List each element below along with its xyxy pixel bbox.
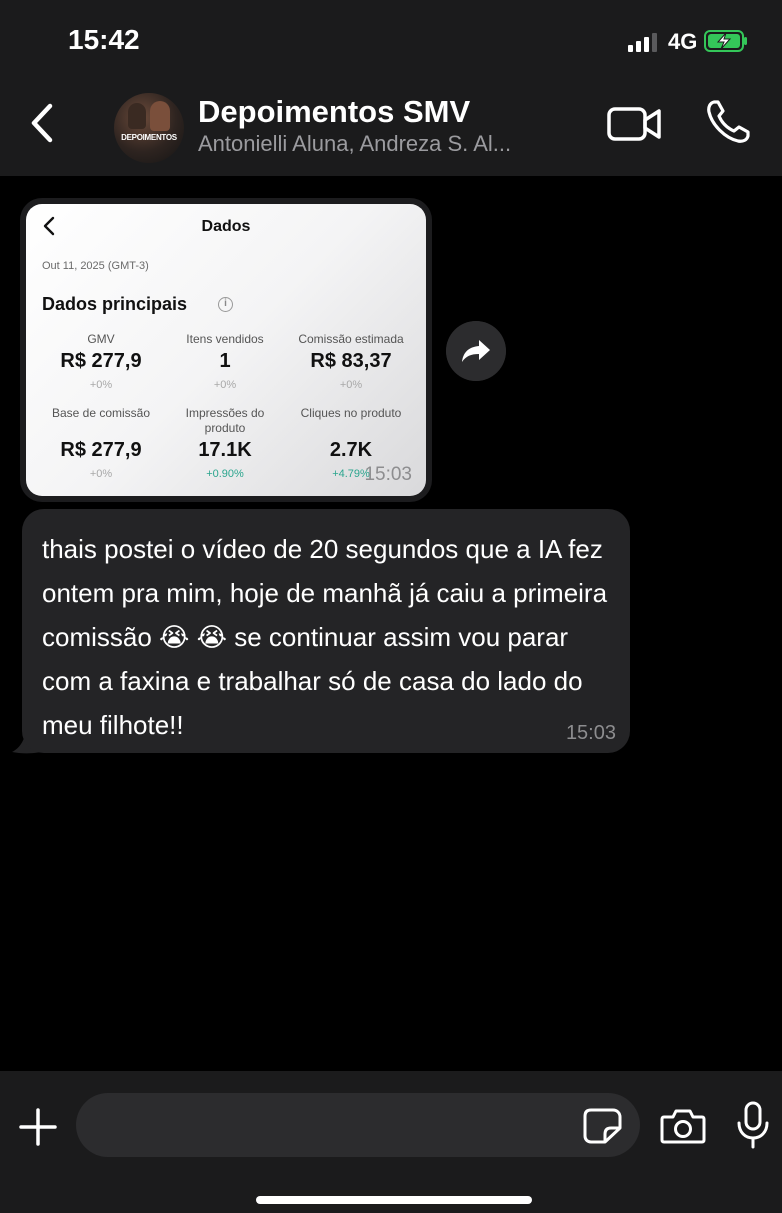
metric-delta: +0%	[339, 379, 363, 391]
metric-value: 2.7K	[329, 439, 373, 461]
avatar-label: DEPOIMENTOS	[121, 133, 177, 142]
metric-label: Cliques no produto	[300, 406, 402, 420]
metric-label: Impressões do produto	[185, 406, 265, 435]
metric-value: 1	[219, 350, 231, 372]
metric-delta: +0%	[89, 468, 113, 480]
metric-delta: +0%	[89, 379, 113, 391]
info-icon: i	[218, 297, 233, 312]
metric-delta: +0.90%	[206, 468, 244, 480]
metric-gmv: GMV R$ 277,9 +0%	[38, 332, 164, 391]
network-label: 4G	[668, 29, 698, 54]
message-timestamp: 15:03	[565, 722, 616, 744]
metric-label: Itens vendidos	[186, 332, 264, 346]
video-call-icon[interactable]	[606, 102, 662, 146]
battery-charging-icon	[704, 30, 747, 52]
avatar-person-right	[150, 101, 170, 131]
metric-commission-base: Base de comissão R$ 277,9 +0%	[38, 406, 164, 480]
back-chevron-icon[interactable]	[24, 98, 64, 148]
image-message-bubble[interactable]: Dados Out 11, 2025 (GMT-3) Dados princip…	[20, 198, 432, 502]
metric-value: 17.1K	[198, 439, 252, 461]
metric-product-impressions: Impressões do produto 17.1K +0.90%	[162, 406, 288, 480]
chat-header: DEPOIMENTOS Depoimentos SMV Antonielli A…	[0, 80, 782, 176]
status-bar: 15:42 4G	[0, 0, 782, 80]
metric-label: GMV	[87, 332, 115, 346]
forward-share-icon[interactable]	[446, 321, 506, 381]
chat-title[interactable]: Depoimentos SMV	[198, 94, 470, 130]
screenshot-title: Dados	[201, 218, 251, 235]
message-input[interactable]	[76, 1093, 640, 1157]
sticker-icon[interactable]	[583, 1108, 623, 1144]
status-time: 15:42	[68, 24, 140, 55]
chat-members[interactable]: Antonielli Aluna, Andreza S. Al...	[198, 131, 511, 157]
metric-value: R$ 277,9	[60, 439, 142, 461]
microphone-icon[interactable]	[736, 1101, 770, 1149]
metric-label: Base de comissão	[51, 406, 151, 420]
message-timestamp: 15:03	[364, 464, 412, 485]
message-text: thais postei o vídeo de 20 segundos que …	[42, 534, 608, 740]
metric-value: R$ 83,37	[310, 350, 392, 372]
avatar-person-left	[128, 103, 146, 129]
signal-icon	[628, 33, 657, 52]
plus-icon[interactable]	[18, 1107, 58, 1147]
group-avatar[interactable]: DEPOIMENTOS	[114, 93, 184, 163]
metric-label: Comissão estimada	[298, 332, 404, 346]
home-indicator	[256, 1196, 532, 1204]
camera-icon[interactable]	[660, 1108, 706, 1144]
message-composer	[0, 1071, 782, 1213]
metric-items-sold: Itens vendidos 1 +0%	[162, 332, 288, 391]
dashboard-screenshot[interactable]: Dados Out 11, 2025 (GMT-3) Dados princip…	[26, 204, 426, 496]
text-message-bubble[interactable]: thais postei o vídeo de 20 segundos que …	[22, 509, 630, 753]
screenshot-date: Out 11, 2025 (GMT-3)	[42, 260, 149, 272]
phone-call-icon[interactable]	[704, 98, 752, 146]
metric-estimated-commission: Comissão estimada R$ 83,37 +0%	[288, 332, 414, 391]
metric-value: R$ 277,9	[60, 350, 142, 372]
screenshot-heading: Dados principais	[42, 294, 188, 314]
metric-delta: +0%	[213, 379, 237, 391]
